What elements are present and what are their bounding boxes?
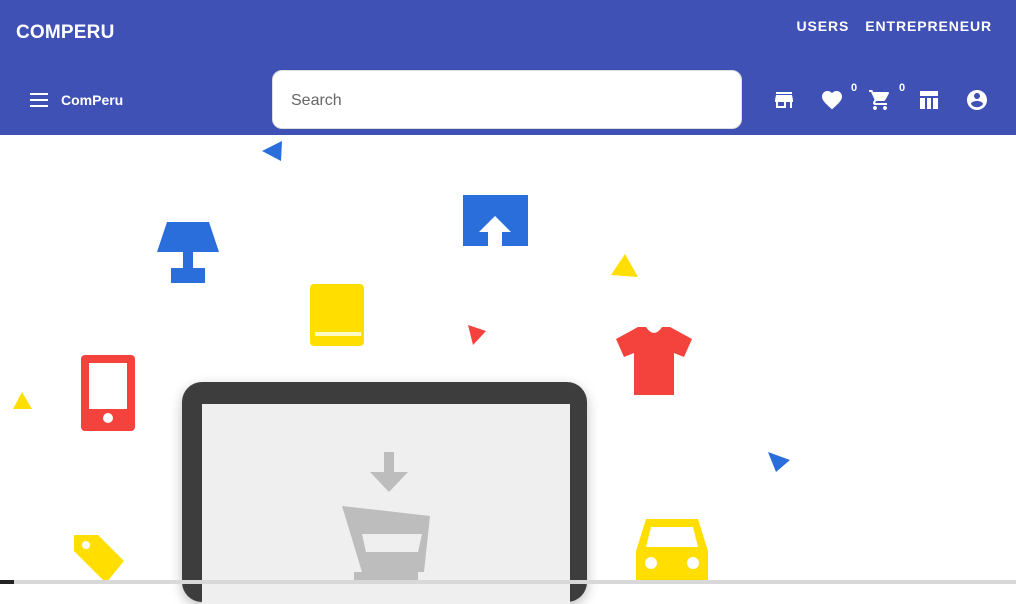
page-bottom-scrollbar	[0, 580, 1016, 584]
tshirt-icon	[616, 327, 692, 395]
account-circle-icon[interactable]	[965, 88, 989, 112]
triangle-yellow-small-decoration	[13, 392, 32, 409]
book-icon	[310, 284, 364, 346]
triangle-yellow-decoration	[611, 254, 638, 277]
cart-count-badge: 0	[899, 82, 906, 94]
dashboard-icon[interactable]	[917, 88, 941, 112]
search-input[interactable]	[289, 87, 723, 115]
lamp-icon	[157, 222, 219, 283]
toolbar-brand[interactable]: ComPeru	[61, 92, 123, 108]
triangle-red-decoration	[468, 325, 486, 345]
wishlist-count-badge: 0	[851, 82, 858, 94]
triangle-blue-decoration	[262, 141, 282, 161]
menu-icon[interactable]	[28, 90, 50, 110]
top-nav: USERS ENTREPRENEUR	[797, 18, 992, 34]
laptop-illustration	[182, 382, 587, 604]
top-app-bar: COMPERU USERS ENTREPRENEUR	[0, 0, 1016, 66]
tag-icon	[74, 535, 124, 583]
phone-icon	[81, 355, 135, 431]
heart-icon[interactable]	[820, 88, 844, 112]
search-box	[272, 70, 742, 129]
nav-users-link[interactable]: USERS	[797, 18, 850, 34]
laptop-screen	[202, 404, 570, 604]
car-icon	[636, 519, 708, 584]
hero-illustration	[0, 135, 1016, 604]
main-toolbar: ComPeru 0 0	[0, 66, 1016, 135]
nav-entrepreneur-link[interactable]: ENTREPRENEUR	[865, 18, 992, 34]
upload-icon	[463, 195, 528, 246]
triangle-blue-right-decoration	[768, 452, 790, 472]
cart-icon[interactable]	[868, 88, 892, 112]
brand-title[interactable]: COMPERU	[16, 22, 115, 44]
store-icon[interactable]	[772, 88, 796, 112]
